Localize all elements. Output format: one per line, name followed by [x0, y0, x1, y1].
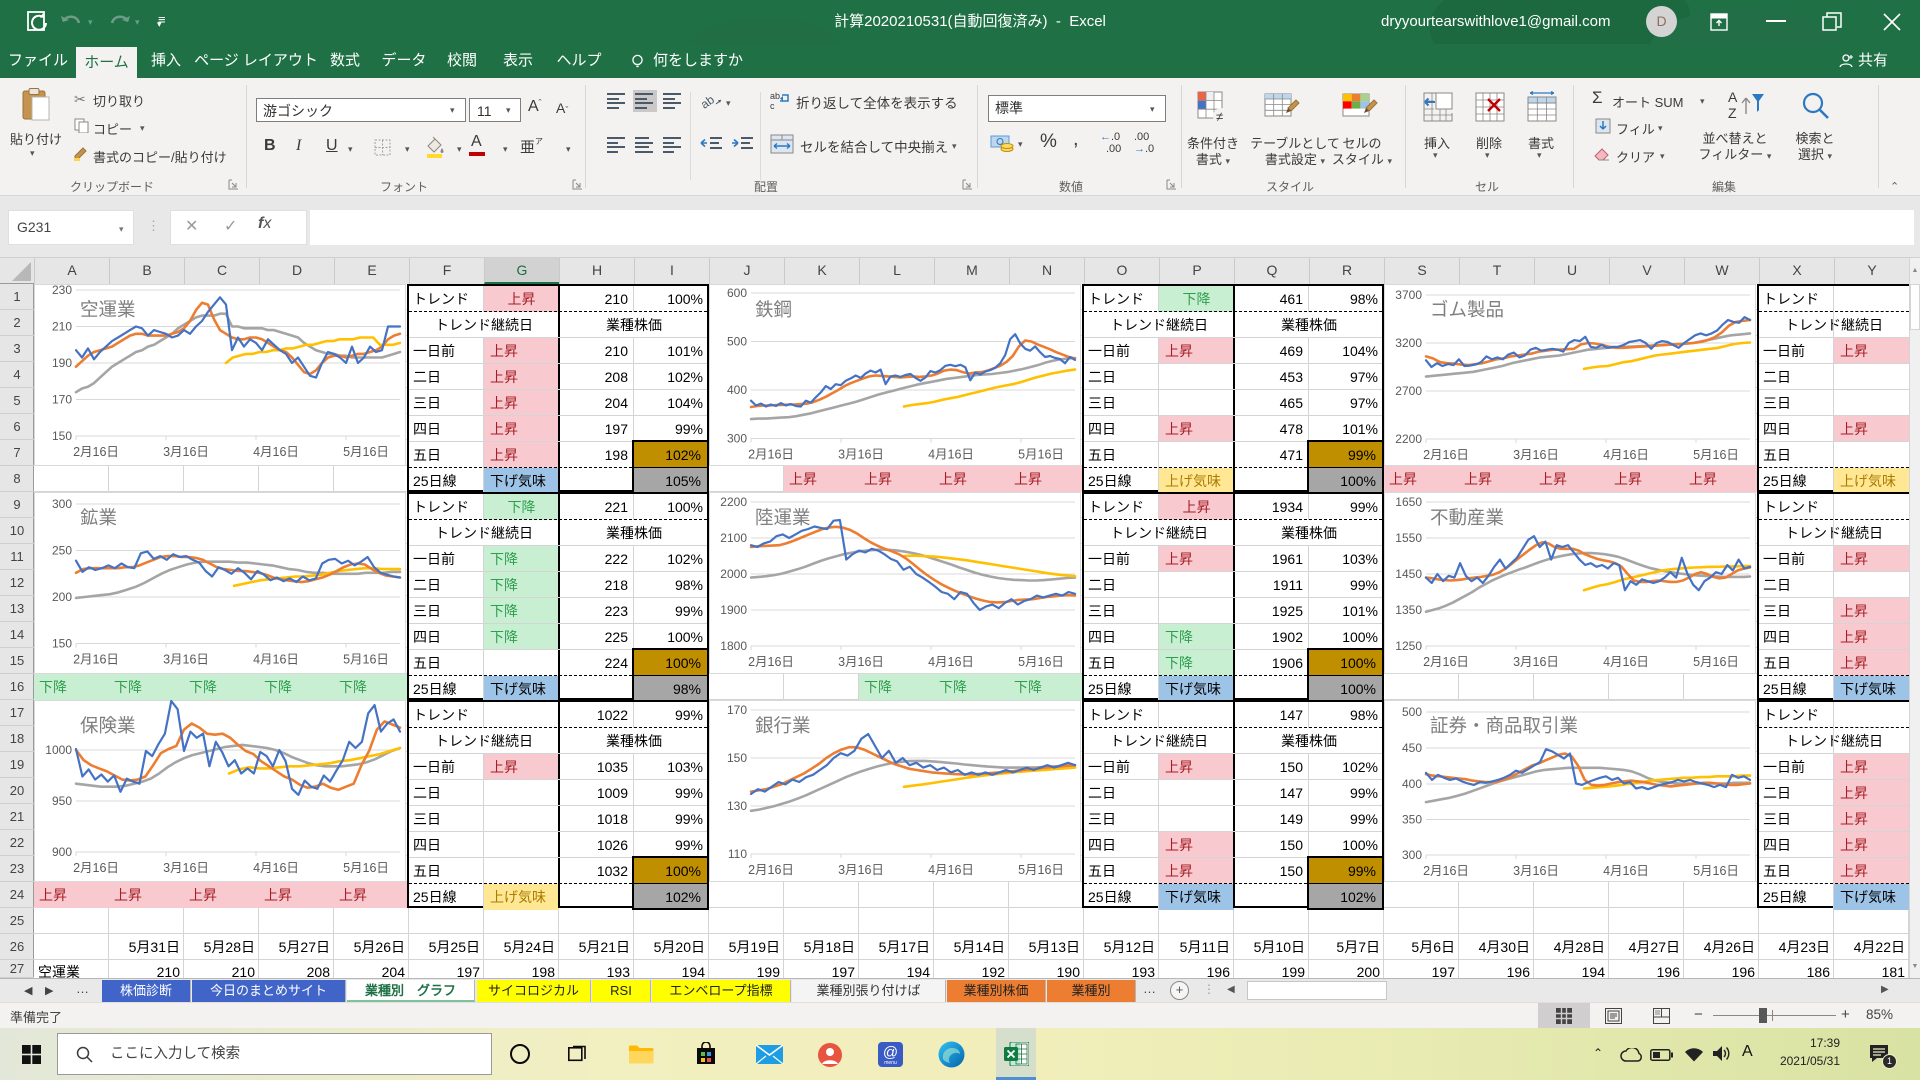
svg-text:170: 170: [52, 393, 72, 407]
svg-text:4月16日: 4月16日: [928, 448, 974, 462]
svg-text:2月16日: 2月16日: [73, 861, 119, 875]
svg-text:空運業: 空運業: [80, 299, 136, 320]
svg-text:鉄鋼: 鉄鋼: [755, 299, 792, 320]
svg-text:5月16日: 5月16日: [1018, 655, 1064, 669]
svg-text:4月16日: 4月16日: [1603, 864, 1649, 878]
svg-text:1900: 1900: [720, 603, 747, 617]
svg-text:c: c: [770, 101, 775, 110]
svg-text:2月16日: 2月16日: [1423, 448, 1469, 462]
svg-text:3月16日: 3月16日: [1513, 864, 1559, 878]
svg-text:1800: 1800: [720, 639, 747, 653]
svg-text:証券・商品取引業: 証券・商品取引業: [1430, 715, 1578, 736]
svg-text:4月16日: 4月16日: [1603, 448, 1649, 462]
svg-text:230: 230: [52, 284, 72, 297]
svg-text:保険業: 保険業: [80, 715, 136, 736]
svg-text:2700: 2700: [1395, 384, 1422, 398]
svg-text:250: 250: [52, 544, 72, 558]
svg-text:ab: ab: [770, 91, 780, 101]
svg-text:400: 400: [727, 383, 747, 397]
svg-text:3月16日: 3月16日: [838, 655, 884, 669]
svg-text:ゴム製品: ゴム製品: [1430, 299, 1504, 320]
svg-text:300: 300: [727, 432, 747, 446]
svg-text:2月16日: 2月16日: [748, 655, 794, 669]
svg-text:950: 950: [52, 794, 72, 808]
svg-text:4月16日: 4月16日: [1603, 655, 1649, 669]
svg-text:150: 150: [52, 637, 72, 651]
svg-text:500: 500: [727, 335, 747, 349]
svg-text:1450: 1450: [1395, 567, 1422, 581]
svg-text:4月16日: 4月16日: [928, 655, 974, 669]
svg-text:200: 200: [52, 590, 72, 604]
svg-text:陸運業: 陸運業: [755, 507, 811, 528]
svg-text:5月16日: 5月16日: [1693, 448, 1739, 462]
svg-text:3月16日: 3月16日: [838, 448, 884, 462]
svg-text:4月16日: 4月16日: [928, 863, 974, 877]
svg-text:210: 210: [52, 320, 72, 334]
svg-text:3月16日: 3月16日: [1513, 655, 1559, 669]
svg-text:4月16日: 4月16日: [253, 861, 299, 875]
svg-text:1000: 1000: [45, 743, 72, 757]
svg-text:400: 400: [1402, 777, 1422, 791]
svg-text:2200: 2200: [1395, 432, 1422, 446]
svg-text:2月16日: 2月16日: [1423, 864, 1469, 878]
svg-text:350: 350: [1402, 813, 1422, 827]
svg-text:5月16日: 5月16日: [343, 445, 389, 459]
svg-text:450: 450: [1402, 741, 1422, 755]
svg-text:500: 500: [1402, 705, 1422, 719]
svg-text:130: 130: [727, 799, 747, 813]
svg-text:2月16日: 2月16日: [1423, 655, 1469, 669]
svg-text:5月16日: 5月16日: [343, 653, 389, 667]
svg-text:5月16日: 5月16日: [1693, 655, 1739, 669]
svg-text:ab: ab: [700, 92, 717, 111]
svg-text:600: 600: [727, 286, 747, 300]
svg-text:5月16日: 5月16日: [1018, 448, 1064, 462]
svg-text:鉱業: 鉱業: [80, 507, 117, 528]
svg-text:3月16日: 3月16日: [838, 863, 884, 877]
svg-text:A: A: [1728, 89, 1738, 105]
svg-text:1350: 1350: [1395, 603, 1422, 617]
svg-text:190: 190: [52, 356, 72, 370]
svg-text:2月16日: 2月16日: [73, 653, 119, 667]
svg-text:2月16日: 2月16日: [73, 445, 119, 459]
svg-text:110: 110: [728, 847, 747, 861]
svg-text:150: 150: [727, 751, 747, 765]
svg-text:2月16日: 2月16日: [748, 448, 794, 462]
svg-text:3700: 3700: [1395, 288, 1422, 302]
svg-text:300: 300: [1402, 848, 1422, 862]
svg-text:3月16日: 3月16日: [163, 861, 209, 875]
svg-text:3月16日: 3月16日: [163, 445, 209, 459]
svg-text:1250: 1250: [1395, 639, 1422, 653]
svg-text:5月16日: 5月16日: [343, 861, 389, 875]
svg-text:170: 170: [727, 703, 747, 717]
svg-text:150: 150: [52, 429, 72, 443]
svg-text:5月16日: 5月16日: [1693, 864, 1739, 878]
svg-text:2100: 2100: [720, 531, 747, 545]
svg-text:4月16日: 4月16日: [253, 653, 299, 667]
svg-text:3月16日: 3月16日: [1513, 448, 1559, 462]
svg-text:≠: ≠: [1216, 109, 1223, 124]
svg-text:3200: 3200: [1395, 336, 1422, 350]
svg-text:4月16日: 4月16日: [253, 445, 299, 459]
svg-text:Z: Z: [1728, 105, 1737, 121]
svg-text:1550: 1550: [1395, 531, 1422, 545]
svg-text:5月16日: 5月16日: [1018, 863, 1064, 877]
svg-text:300: 300: [52, 497, 72, 511]
svg-text:2000: 2000: [720, 567, 747, 581]
svg-text:1650: 1650: [1395, 495, 1422, 509]
svg-text:2月16日: 2月16日: [748, 863, 794, 877]
svg-text:2200: 2200: [720, 495, 747, 509]
svg-text:不動産業: 不動産業: [1430, 507, 1504, 528]
svg-text:銀行業: 銀行業: [755, 715, 811, 736]
svg-text:3月16日: 3月16日: [163, 653, 209, 667]
svg-text:900: 900: [52, 845, 72, 859]
